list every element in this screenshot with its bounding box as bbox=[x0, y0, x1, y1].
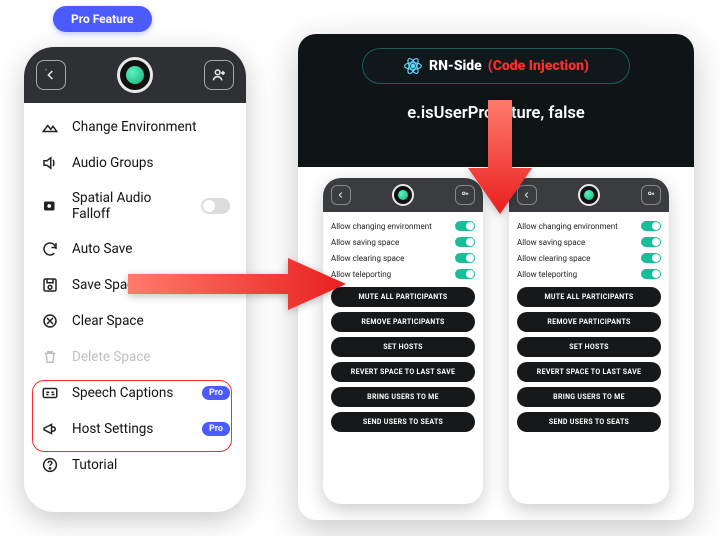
add-user-button[interactable] bbox=[204, 60, 234, 90]
mini-phones-wrap: Allow changing environment Allow saving … bbox=[298, 178, 694, 504]
save-icon bbox=[40, 276, 60, 294]
mute-all-button[interactable]: MUTE ALL PARTICIPANTS bbox=[517, 287, 661, 307]
menu-label: Host Settings bbox=[72, 421, 153, 437]
pro-feature-badge: Pro Feature bbox=[53, 6, 152, 32]
menu-speech-captions[interactable]: Speech Captions Pro bbox=[24, 375, 246, 411]
spatial-audio-icon bbox=[40, 197, 60, 215]
back-arrow-icon bbox=[336, 190, 346, 200]
menu-label: Speech Captions bbox=[72, 385, 173, 401]
set-hosts-button[interactable]: SET HOSTS bbox=[517, 337, 661, 357]
mini-add-user-button[interactable] bbox=[641, 185, 661, 205]
back-button[interactable] bbox=[36, 60, 66, 90]
menu-change-environment[interactable]: Change Environment bbox=[24, 109, 246, 145]
back-arrow-icon bbox=[43, 67, 59, 83]
add-user-icon bbox=[646, 190, 656, 200]
react-logo-icon bbox=[403, 56, 423, 76]
menu-delete-space: Delete Space bbox=[24, 339, 246, 375]
setting-label: Allow saving space bbox=[331, 238, 399, 247]
help-icon bbox=[40, 456, 60, 474]
pro-pill: Pro bbox=[202, 386, 230, 400]
menu-label: Clear Space bbox=[72, 313, 144, 329]
arrow-right-icon bbox=[128, 256, 348, 312]
setting-label: Allow changing environment bbox=[331, 222, 432, 231]
mini-phone-a: Allow changing environment Allow saving … bbox=[323, 178, 483, 504]
setting-allow-saving[interactable]: Allow saving space bbox=[331, 234, 475, 250]
mini-topbar bbox=[323, 178, 483, 212]
code-injection-label: (Code Injection) bbox=[488, 58, 589, 74]
toggle-on[interactable] bbox=[455, 237, 475, 247]
clear-icon bbox=[40, 312, 60, 330]
rn-side-chip: RN-Side (Code Injection) bbox=[362, 48, 630, 84]
send-users-button[interactable]: SEND USERS TO SEATS bbox=[331, 412, 475, 432]
setting-allow-saving[interactable]: Allow saving space bbox=[517, 234, 661, 250]
setting-allow-teleport[interactable]: Allow teleporting bbox=[331, 266, 475, 282]
camera-avatar-icon bbox=[578, 184, 600, 206]
trash-icon bbox=[40, 348, 60, 366]
arrow-down-icon bbox=[466, 100, 534, 216]
mini-body: Allow changing environment Allow saving … bbox=[323, 212, 483, 442]
send-users-button[interactable]: SEND USERS TO SEATS bbox=[517, 412, 661, 432]
toggle-on[interactable] bbox=[641, 269, 661, 279]
phone-left-topbar bbox=[24, 47, 246, 103]
menu-label: Audio Groups bbox=[72, 155, 153, 171]
camera-avatar-icon bbox=[117, 57, 153, 93]
menu-label: Change Environment bbox=[72, 119, 197, 135]
revert-space-button[interactable]: REVERT SPACE TO LAST SAVE bbox=[331, 362, 475, 382]
menu-tutorial[interactable]: Tutorial bbox=[24, 447, 246, 483]
menu-label: Delete Space bbox=[72, 349, 151, 365]
menu-label: Tutorial bbox=[72, 457, 117, 473]
mini-phone-b: Allow changing environment Allow saving … bbox=[509, 178, 669, 504]
remove-participants-button[interactable]: REMOVE PARTICIPANTS bbox=[331, 312, 475, 332]
toggle-on[interactable] bbox=[455, 253, 475, 263]
setting-allow-teleport[interactable]: Allow teleporting bbox=[517, 266, 661, 282]
revert-space-button[interactable]: REVERT SPACE TO LAST SAVE bbox=[517, 362, 661, 382]
spatial-audio-toggle[interactable] bbox=[201, 198, 230, 214]
toggle-on[interactable] bbox=[455, 269, 475, 279]
refresh-icon bbox=[40, 240, 60, 258]
setting-allow-clearing[interactable]: Allow clearing space bbox=[517, 250, 661, 266]
mini-back-button[interactable] bbox=[331, 185, 351, 205]
toggle-on[interactable] bbox=[641, 253, 661, 263]
landscape-icon bbox=[40, 118, 60, 136]
toggle-on[interactable] bbox=[455, 221, 475, 231]
menu-label: Spatial Audio Falloff bbox=[72, 190, 189, 222]
toggle-on[interactable] bbox=[641, 221, 661, 231]
setting-allow-env[interactable]: Allow changing environment bbox=[331, 218, 475, 234]
mute-all-button[interactable]: MUTE ALL PARTICIPANTS bbox=[331, 287, 475, 307]
set-hosts-button[interactable]: SET HOSTS bbox=[331, 337, 475, 357]
megaphone-icon bbox=[40, 420, 60, 438]
setting-label: Allow changing environment bbox=[517, 222, 618, 231]
rn-side-label: RN-Side bbox=[429, 58, 482, 74]
mini-body: Allow changing environment Allow saving … bbox=[509, 212, 669, 442]
bring-users-button[interactable]: BRING USERS TO ME bbox=[517, 387, 661, 407]
menu-label: Auto Save bbox=[72, 241, 132, 257]
remove-participants-button[interactable]: REMOVE PARTICIPANTS bbox=[517, 312, 661, 332]
captions-icon bbox=[40, 384, 60, 402]
toggle-on[interactable] bbox=[641, 237, 661, 247]
menu-audio-groups[interactable]: Audio Groups bbox=[24, 145, 246, 181]
setting-allow-clearing[interactable]: Allow clearing space bbox=[331, 250, 475, 266]
speaker-icon bbox=[40, 154, 60, 172]
add-user-icon bbox=[211, 67, 227, 83]
setting-label: Allow teleporting bbox=[517, 270, 577, 279]
menu-spatial-audio-falloff[interactable]: Spatial Audio Falloff bbox=[24, 181, 246, 231]
setting-allow-env[interactable]: Allow changing environment bbox=[517, 218, 661, 234]
menu-host-settings[interactable]: Host Settings Pro bbox=[24, 411, 246, 447]
pro-pill: Pro bbox=[202, 422, 230, 436]
camera-avatar-icon bbox=[392, 184, 414, 206]
bring-users-button[interactable]: BRING USERS TO ME bbox=[331, 387, 475, 407]
setting-label: Allow clearing space bbox=[517, 254, 590, 263]
setting-label: Allow saving space bbox=[517, 238, 585, 247]
